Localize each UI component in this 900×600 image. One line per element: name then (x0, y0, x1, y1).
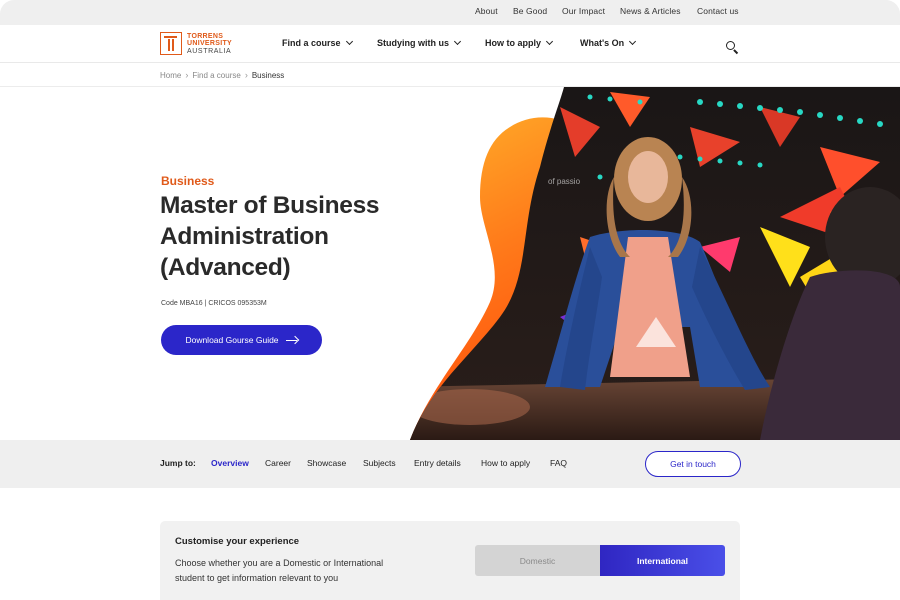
hero-photo: of passio (410, 87, 900, 440)
nav-label: How to apply (485, 38, 541, 48)
search-icon[interactable] (726, 41, 738, 55)
jump-link-entry-details[interactable]: Entry details (414, 458, 461, 468)
nav-find-a-course[interactable]: Find a course (282, 37, 353, 48)
nav-whats-on[interactable]: What's On (580, 37, 637, 48)
logo-line-3: AUSTRALIA (187, 47, 232, 55)
chevron-down-icon (629, 37, 637, 46)
chevron-down-icon (453, 37, 462, 46)
jump-link-overview[interactable]: Overview (211, 458, 249, 468)
jump-link-career[interactable]: Career (265, 458, 291, 468)
chevron-right-icon: › (244, 70, 248, 80)
jump-link-showcase[interactable]: Showcase (307, 458, 346, 468)
logo-wordmark: TORRENS UNIVERSITY AUSTRALIA (187, 33, 232, 55)
jump-to-bar: Jump to: Overview Career Showcase Subjec… (0, 440, 900, 488)
international-option[interactable]: International (600, 545, 725, 576)
page-frame: About Be Good Our Impact News & Articles… (0, 0, 900, 600)
university-logo[interactable]: TORRENS UNIVERSITY AUSTRALIA (160, 32, 250, 56)
jump-link-subjects[interactable]: Subjects (363, 458, 396, 468)
main-nav: TORRENS UNIVERSITY AUSTRALIA Find a cour… (0, 25, 900, 63)
nav-label: What's On (580, 38, 625, 48)
customise-experience-panel: Customise your experience Choose whether… (160, 521, 740, 600)
download-button-label: Download Gourse Guide (185, 335, 279, 345)
domestic-option[interactable]: Domestic (475, 545, 600, 576)
course-code: Code MBA16 | CRICOS 095353M (161, 300, 267, 307)
customise-title: Customise your experience (175, 536, 300, 547)
breadcrumb-current: Business (251, 70, 285, 80)
utility-nav: About Be Good Our Impact News & Articles… (0, 0, 900, 25)
hero-section: of passio Business Master of Business Ad… (0, 87, 900, 440)
breadcrumb-bar: Home › Find a course › Business (0, 63, 900, 87)
download-course-guide-button[interactable]: Download Gourse Guide (161, 325, 322, 355)
logo-line-2: UNIVERSITY (187, 40, 233, 48)
student-type-toggle: Domestic International (475, 545, 725, 576)
breadcrumb-home[interactable]: Home (160, 71, 181, 80)
arrow-right-icon (285, 336, 298, 344)
utility-link-about[interactable]: About (475, 6, 498, 16)
utility-link-our-impact[interactable]: Our Impact (562, 6, 605, 16)
nav-label: Find a course (282, 38, 341, 48)
utility-link-be-good[interactable]: Be Good (513, 6, 547, 16)
utility-link-contact-us[interactable]: Contact us (697, 6, 739, 16)
get-in-touch-button[interactable]: Get in touch (645, 451, 741, 477)
breadcrumb: Home › Find a course › Business (160, 70, 284, 80)
logo-line-1: TORRENS (187, 33, 224, 40)
chevron-down-icon (545, 37, 554, 46)
nav-studying-with-us[interactable]: Studying with us (377, 37, 462, 48)
customise-description: Choose whether you are a Domestic or Int… (175, 558, 384, 583)
utility-link-news-articles[interactable]: News & Articles (620, 6, 681, 16)
chevron-down-icon (345, 37, 353, 46)
chevron-right-icon: › (185, 70, 189, 80)
jump-link-how-to-apply[interactable]: How to apply (481, 458, 530, 468)
page-title: Master of Business Administration (Advan… (160, 192, 380, 281)
photo-projected-text: of passio (548, 177, 581, 186)
hero-category: Business (161, 174, 215, 188)
nav-how-to-apply[interactable]: How to apply (485, 37, 554, 48)
nav-label: Studying with us (377, 38, 449, 48)
logo-mark-icon (160, 32, 182, 55)
jump-to-label: Jump to: (160, 458, 196, 468)
breadcrumb-find-a-course[interactable]: Find a course (192, 71, 240, 80)
jump-link-faq[interactable]: FAQ (550, 458, 567, 468)
